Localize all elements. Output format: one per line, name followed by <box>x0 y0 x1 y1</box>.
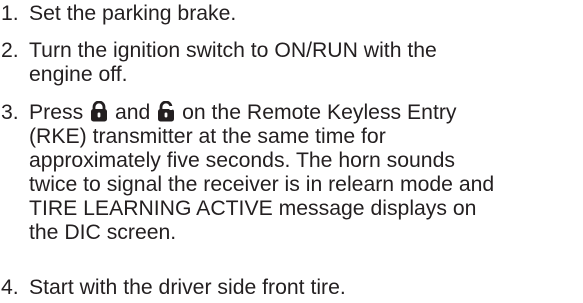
unlock-icon <box>157 101 175 122</box>
step-text-line: Start with the driver side front tire. <box>29 276 346 299</box>
step-text-fragment: Press <box>29 101 84 124</box>
lock-icon <box>90 101 108 122</box>
step-text-line: (RKE) transmitter at the same time for <box>29 125 386 148</box>
step-text-line: TIRE LEARNING ACTIVE message displays on <box>29 197 477 220</box>
step-text-fragment: and <box>114 101 151 124</box>
step-text-line: Turn the ignition switch to ON/RUN with … <box>29 39 437 62</box>
step-text-line: twice to signal the receiver is in relea… <box>29 173 495 196</box>
step-number: 1. <box>1 2 19 25</box>
step-text-line: Set the parking brake. <box>29 2 237 25</box>
step-number: 4. <box>1 276 19 299</box>
step-text-line: the DIC screen. <box>29 221 177 244</box>
step-text-fragment: on the Remote Keyless Entry <box>182 101 457 124</box>
step-text-line: engine off. <box>29 63 128 86</box>
step-number: 3. <box>1 101 19 124</box>
step-text-line: Press and on the Remote Keyless Entry <box>29 101 457 125</box>
instruction-list: 1. Set the parking brake. 2. Turn the ig… <box>0 0 583 303</box>
step-number: 2. <box>1 39 19 62</box>
step-text-line: approximately five seconds. The horn sou… <box>29 149 455 172</box>
